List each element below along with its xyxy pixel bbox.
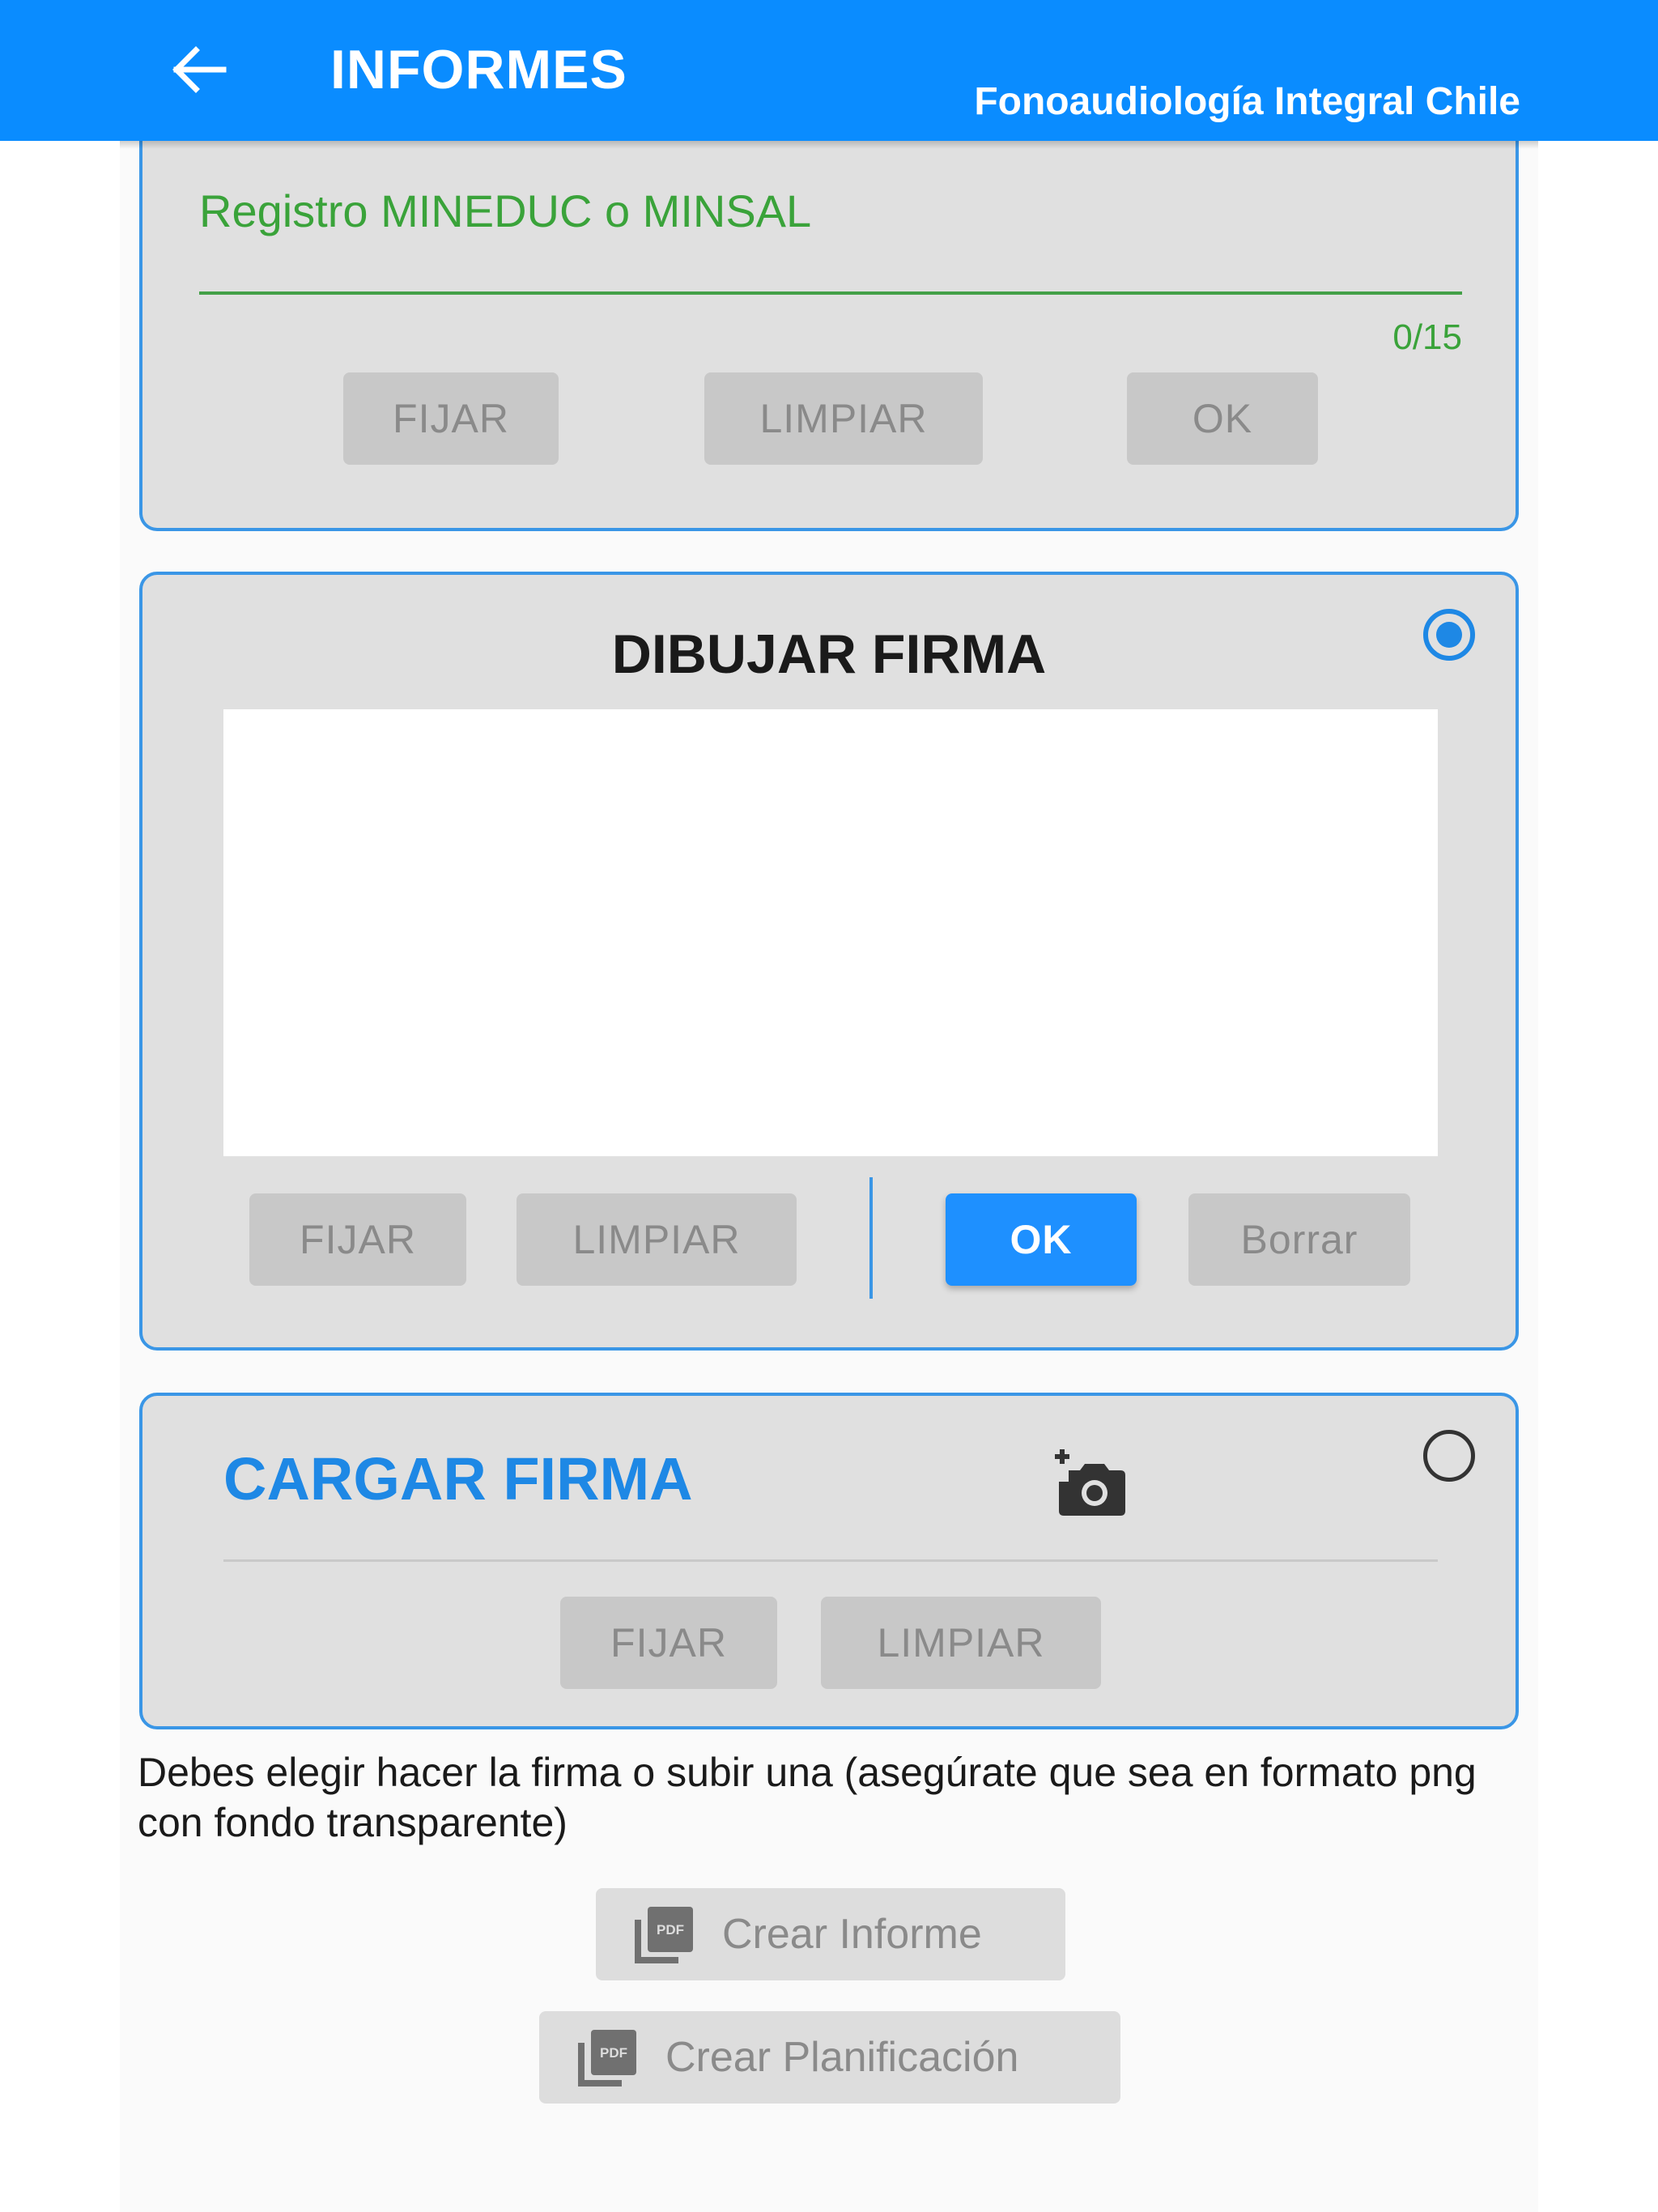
cargar-firma-radio[interactable]: [1423, 1430, 1475, 1482]
registro-card: [139, 89, 1519, 531]
registro-fijar-button[interactable]: FIJAR: [343, 372, 559, 465]
crear-planificacion-button[interactable]: PDF Crear Planificación: [539, 2011, 1120, 2104]
pdf-icon: PDF: [631, 1902, 696, 1967]
add-photo-camera-icon[interactable]: [1052, 1446, 1130, 1519]
page-title: INFORMES: [330, 39, 627, 100]
registro-limpiar-button[interactable]: LIMPIAR: [704, 372, 983, 465]
crear-informe-button[interactable]: PDF Crear Informe: [596, 1888, 1065, 1980]
cargar-divider: [223, 1559, 1438, 1562]
crear-planificacion-label: Crear Planificación: [665, 2034, 1019, 2081]
dibujar-ok-button[interactable]: OK: [946, 1193, 1137, 1286]
svg-text:PDF: PDF: [600, 2045, 627, 2061]
signature-pad[interactable]: [223, 709, 1438, 1156]
button-group-divider: [869, 1177, 873, 1299]
dibujar-fijar-button[interactable]: FIJAR: [249, 1193, 466, 1286]
instructions-text: Debes elegir hacer la firma o subir una …: [138, 1750, 1477, 1845]
registro-ok-button[interactable]: OK: [1127, 372, 1318, 465]
app-bar-shadow: [120, 141, 1538, 149]
pdf-icon: PDF: [575, 2025, 640, 2090]
dibujar-limpiar-button[interactable]: LIMPIAR: [517, 1193, 797, 1286]
cargar-fijar-button[interactable]: FIJAR: [560, 1597, 777, 1689]
borrar-button[interactable]: Borrar: [1188, 1193, 1410, 1286]
registro-char-counter: 0/15: [1392, 317, 1462, 357]
app-subtitle: Fonoaudiología Integral Chile: [974, 80, 1520, 123]
crear-informe-label: Crear Informe: [722, 1911, 982, 1958]
arrow-left-icon: [172, 46, 227, 93]
cargar-limpiar-button[interactable]: LIMPIAR: [821, 1597, 1101, 1689]
svg-text:PDF: PDF: [657, 1922, 684, 1938]
registro-field-label[interactable]: Registro MINEDUC o MINSAL: [199, 183, 811, 240]
registro-field-underline[interactable]: [199, 291, 1462, 295]
dibujar-firma-radio[interactable]: [1423, 609, 1475, 661]
cargar-firma-title: CARGAR FIRMA: [223, 1445, 693, 1512]
dibujar-firma-title: DIBUJAR FIRMA: [611, 623, 1047, 685]
back-button[interactable]: [162, 37, 235, 102]
